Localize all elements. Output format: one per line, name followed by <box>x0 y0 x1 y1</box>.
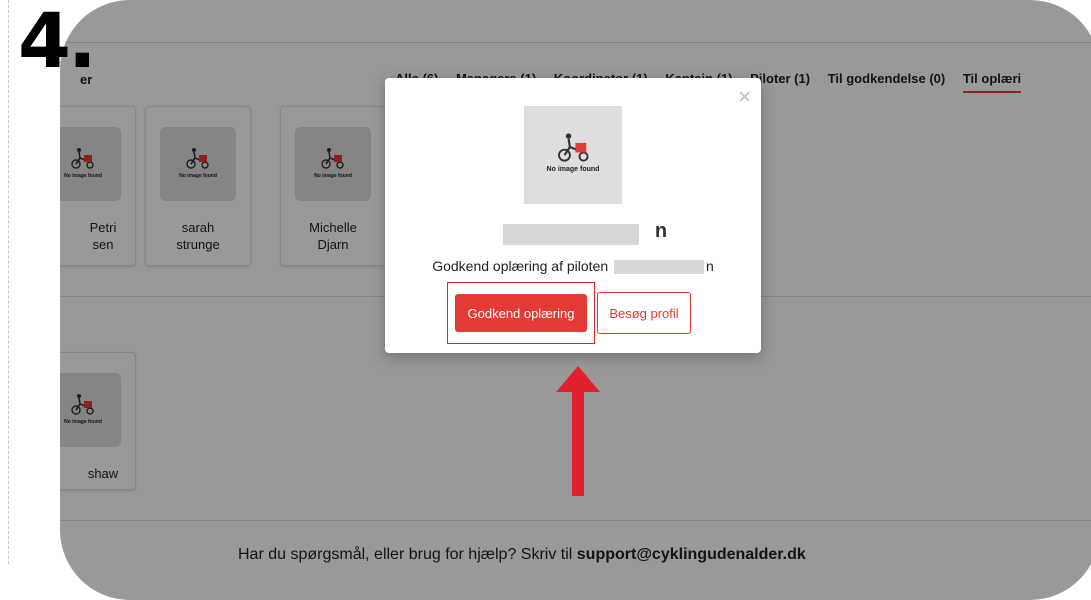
rickshaw-icon <box>558 133 589 162</box>
step-number: 4. <box>18 0 97 85</box>
approve-training-modal: × No image found n Godkend oplæring af p… <box>385 78 761 353</box>
approve-message: Godkend oplæring af piloten n <box>432 258 714 275</box>
no-image-label: No image found <box>546 166 600 173</box>
redacted-name <box>503 224 639 245</box>
close-icon[interactable]: × <box>738 86 751 108</box>
redacted-pilot-name <box>614 260 704 275</box>
dashed-guide <box>8 0 9 564</box>
approve-training-button[interactable]: Godkend oplæring <box>455 294 587 332</box>
profile-image: No image found <box>524 106 622 204</box>
visit-profile-button[interactable]: Besøg profil <box>597 292 691 334</box>
annotation-arrow-icon <box>556 366 600 496</box>
screenshot-frame: er Alle (6) Managers (1) Koordinator (1)… <box>60 0 1091 600</box>
